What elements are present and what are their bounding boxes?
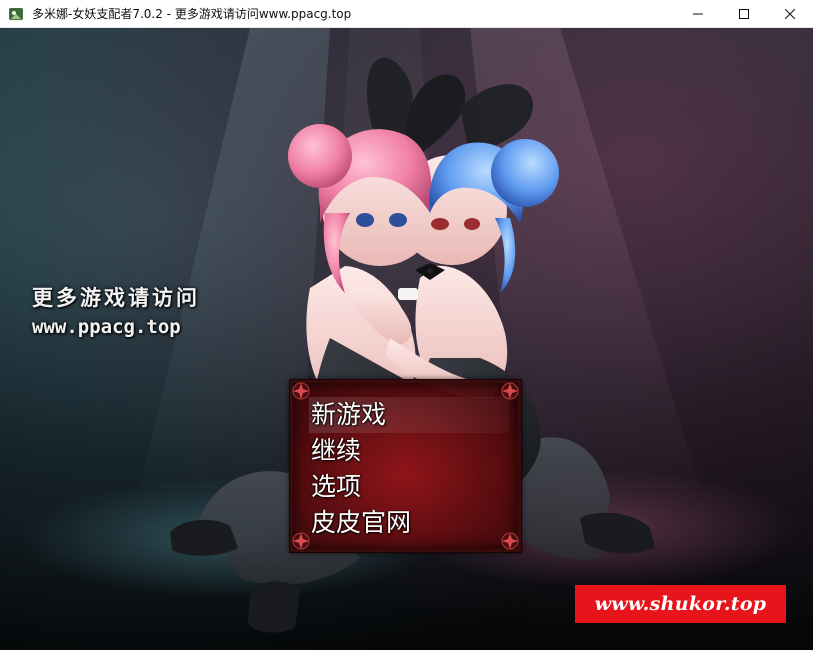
menu-item-new-game[interactable]: 新游戏 [309, 397, 509, 433]
bunny-girls-illustration [170, 57, 655, 633]
close-button[interactable] [767, 0, 813, 28]
window-title: 多米娜-女妖支配者7.0.2 - 更多游戏请访问www.ppacg.top [32, 7, 352, 21]
maximize-button[interactable] [721, 0, 767, 28]
promo-line1: 更多游戏请访问 [32, 285, 200, 310]
window-controls [675, 0, 813, 28]
menu-item-options[interactable]: 选项 [309, 469, 509, 505]
title-menu: 新游戏 继续 选项 皮皮官网 [289, 379, 522, 553]
watermark-banner: www.shukor.top [575, 585, 786, 623]
menu-item-official-site[interactable]: 皮皮官网 [309, 505, 509, 541]
title-screen: 更多游戏请访问 www.ppacg.top 新游戏 继续 选项 皮皮官网 www… [0, 28, 813, 650]
close-icon [785, 9, 795, 19]
minimize-button[interactable] [675, 0, 721, 28]
app-icon [8, 6, 24, 22]
game-window: 多米娜-女妖支配者7.0.2 - 更多游戏请访问www.ppacg.top 更多… [0, 0, 813, 650]
maximize-icon [739, 9, 749, 19]
menu-list: 新游戏 继续 选项 皮皮官网 [309, 397, 509, 541]
title-bar[interactable]: 多米娜-女妖支配者7.0.2 - 更多游戏请访问www.ppacg.top [0, 0, 813, 28]
promo-text: 更多游戏请访问 www.ppacg.top [32, 284, 200, 340]
promo-url: www.ppacg.top [32, 316, 181, 338]
menu-item-continue[interactable]: 继续 [309, 433, 509, 469]
minimize-icon [693, 13, 703, 15]
